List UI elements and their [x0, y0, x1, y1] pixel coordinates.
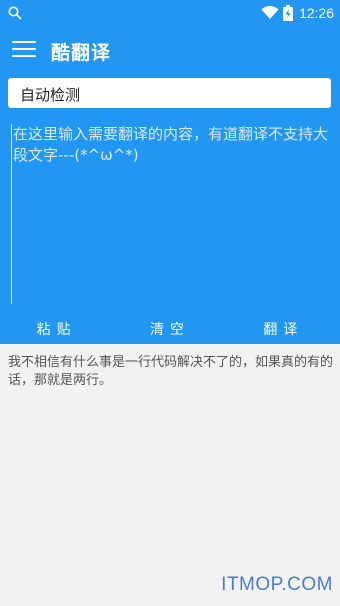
watermark: ITMOP.COM — [221, 574, 333, 595]
action-bar: 粘贴 清空 翻译 — [0, 316, 340, 344]
translate-button[interactable]: 翻译 — [227, 316, 340, 344]
battery-charging-icon — [282, 5, 293, 21]
status-time: 12:26 — [298, 5, 334, 21]
status-bar: 12:26 — [0, 0, 340, 26]
clear-button[interactable]: 清空 — [113, 316, 226, 344]
search-icon — [8, 6, 22, 20]
app-title: 酷翻译 — [51, 42, 112, 64]
result-text: 我不相信有什么事是一行代码解决不了的，如果真的有的话，那就是两行。 — [8, 355, 334, 388]
translate-panel: 自动检测 在这里输入需要翻译的内容，有道翻译不支持大段文字---(*^ω^*) … — [0, 76, 340, 344]
source-language-select[interactable]: 自动检测 — [8, 78, 331, 108]
app-bar: 酷翻译 — [0, 26, 340, 76]
translation-input[interactable]: 在这里输入需要翻译的内容，有道翻译不支持大段文字---(*^ω^*) — [11, 124, 329, 304]
paste-button[interactable]: 粘贴 — [0, 316, 113, 344]
result-panel: 我不相信有什么事是一行代码解决不了的，如果真的有的话，那就是两行。 ITMOP.… — [0, 344, 340, 606]
wifi-icon — [261, 6, 279, 19]
hamburger-menu-icon[interactable] — [12, 41, 36, 61]
